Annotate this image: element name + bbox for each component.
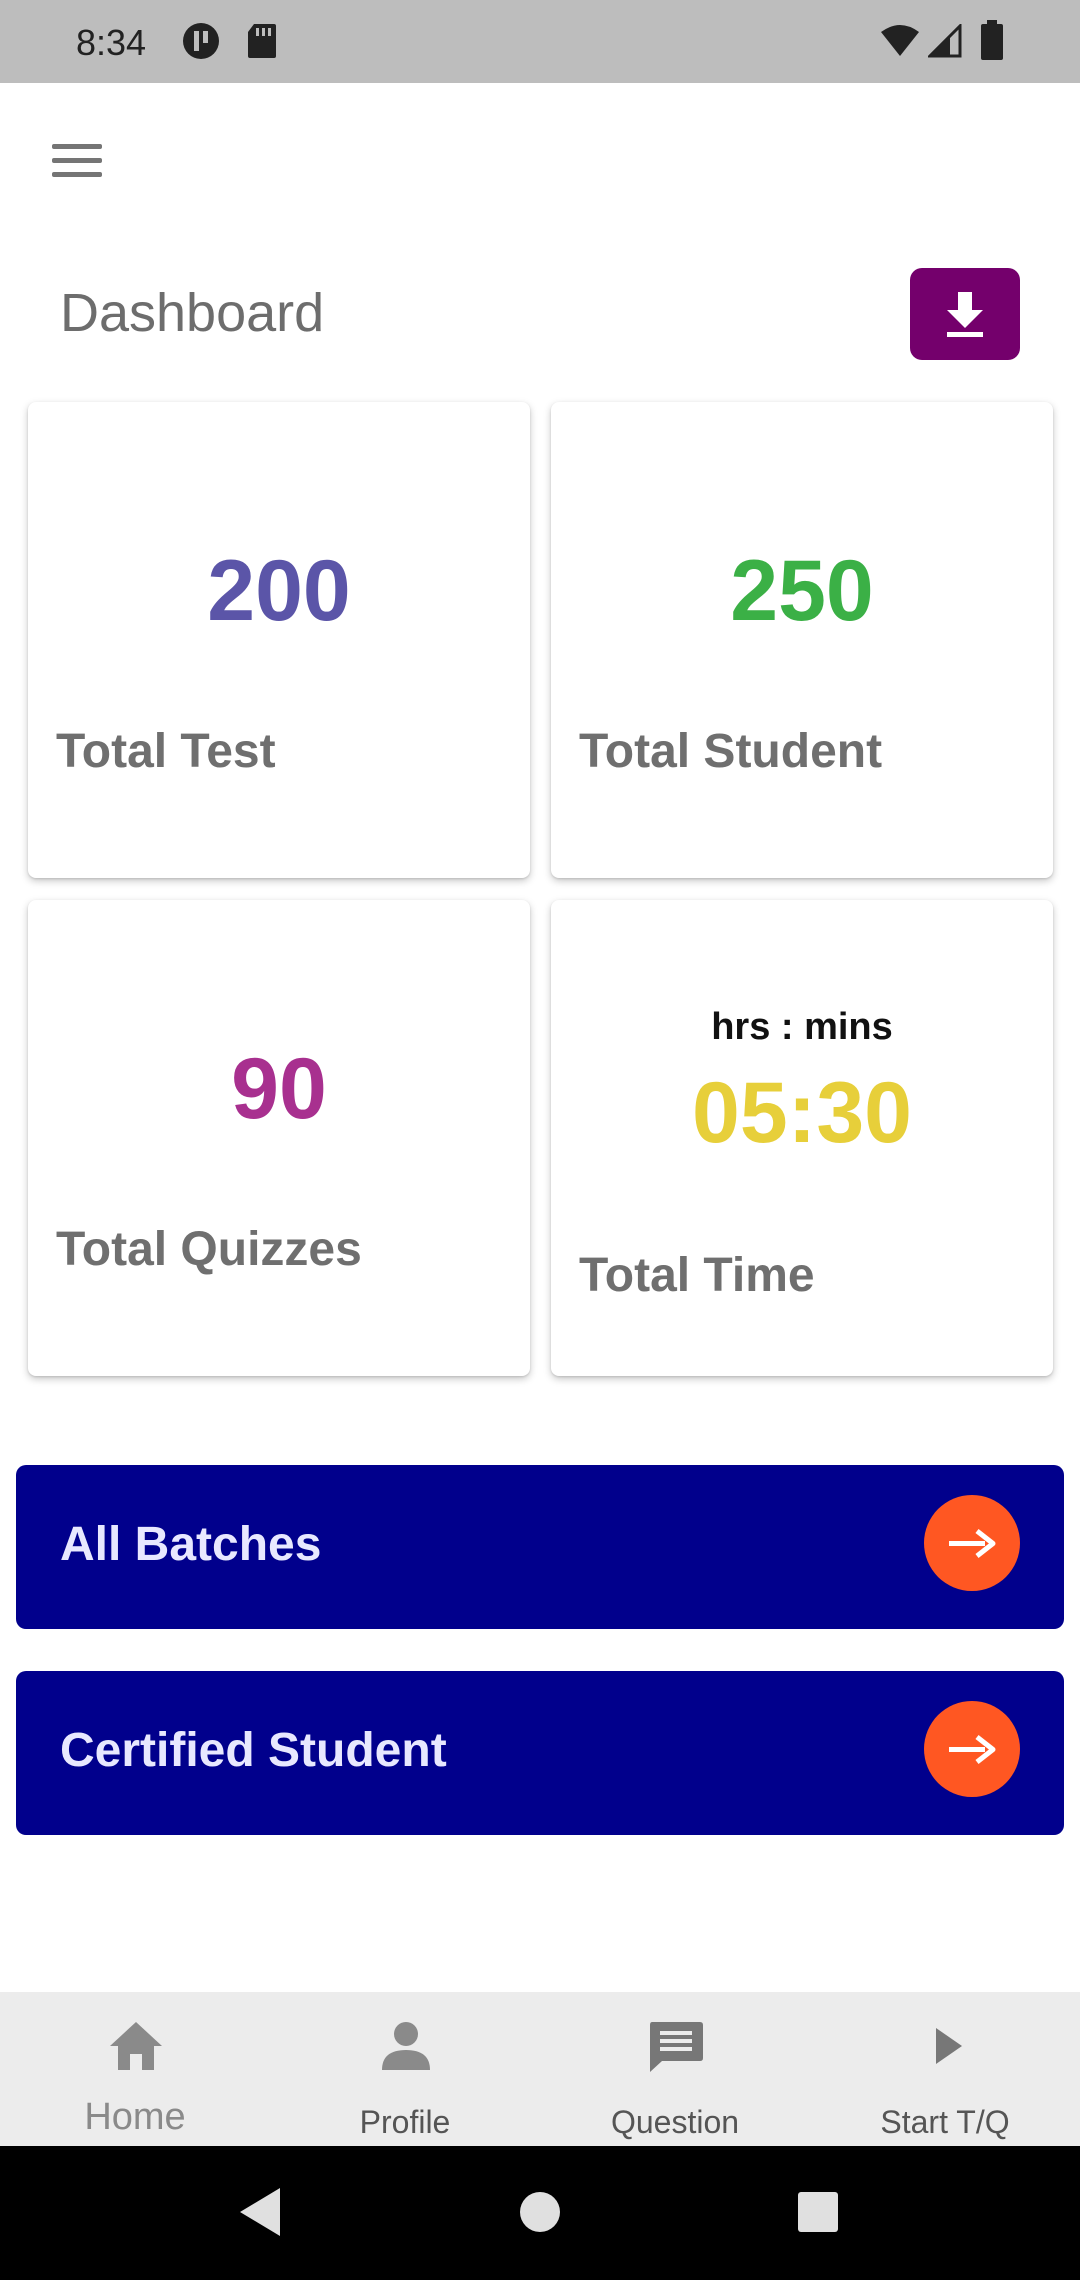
person-icon <box>382 2022 430 2070</box>
home-icon <box>110 2022 162 2070</box>
status-bar: 8:34 <box>0 0 1080 83</box>
nav-home[interactable]: Home <box>0 1992 270 2146</box>
wifi-icon <box>880 24 920 63</box>
sd-card-icon <box>246 22 278 65</box>
nav-label: Home <box>84 2096 186 2138</box>
stat-label: Total Test <box>56 725 276 778</box>
all-batches-label: All Batches <box>60 1518 322 1571</box>
download-icon <box>947 292 983 337</box>
app-circle-icon <box>182 22 220 65</box>
nav-profile[interactable]: Profile <box>270 1992 540 2146</box>
signal-icon <box>926 22 962 63</box>
stat-value: 90 <box>231 1041 327 1137</box>
all-batches-button[interactable]: All Batches <box>16 1465 1064 1629</box>
stat-label: Total Quizzes <box>56 1223 362 1276</box>
battery-icon <box>980 20 1004 65</box>
arrow-right-icon[interactable] <box>924 1701 1020 1797</box>
page-title: Dashboard <box>60 283 325 343</box>
system-navigation-bar <box>0 2146 1080 2280</box>
message-icon <box>650 2022 703 2072</box>
stat-card-total-time[interactable]: hrs : mins 05:30 Total Time <box>551 900 1053 1376</box>
nav-label: Start T/Q <box>880 2104 1010 2140</box>
certified-student-label: Certified Student <box>60 1724 447 1777</box>
stat-card-total-quizzes[interactable]: 90 Total Quizzes <box>28 900 530 1376</box>
stat-label: Total Student <box>579 725 883 778</box>
stat-label: Total Time <box>579 1249 815 1302</box>
stat-card-total-student[interactable]: 250 Total Student <box>551 402 1053 878</box>
play-icon <box>936 2028 962 2064</box>
stat-value: 05:30 <box>692 1065 912 1161</box>
nav-start-tq[interactable]: Start T/Q <box>810 1992 1080 2146</box>
time-unit-label: hrs : mins <box>711 1006 893 1048</box>
stat-value: 200 <box>207 543 351 639</box>
nav-question[interactable]: Question <box>540 1992 810 2146</box>
arrow-right-icon[interactable] <box>924 1495 1020 1591</box>
bottom-navigation: Home Profile Question Start T/Q <box>0 1992 1080 2146</box>
home-circle-icon[interactable] <box>518 2190 562 2239</box>
certified-student-button[interactable]: Certified Student <box>16 1671 1064 1835</box>
hamburger-menu-icon[interactable] <box>40 130 114 190</box>
nav-label: Profile <box>359 2104 451 2140</box>
stat-value: 250 <box>730 543 874 639</box>
nav-label: Question <box>610 2104 740 2140</box>
recents-icon[interactable] <box>796 2190 840 2239</box>
stat-card-total-test[interactable]: 200 Total Test <box>28 402 530 878</box>
download-button[interactable] <box>910 268 1020 360</box>
status-time: 8:34 <box>76 22 147 63</box>
back-icon[interactable] <box>236 2186 282 2243</box>
